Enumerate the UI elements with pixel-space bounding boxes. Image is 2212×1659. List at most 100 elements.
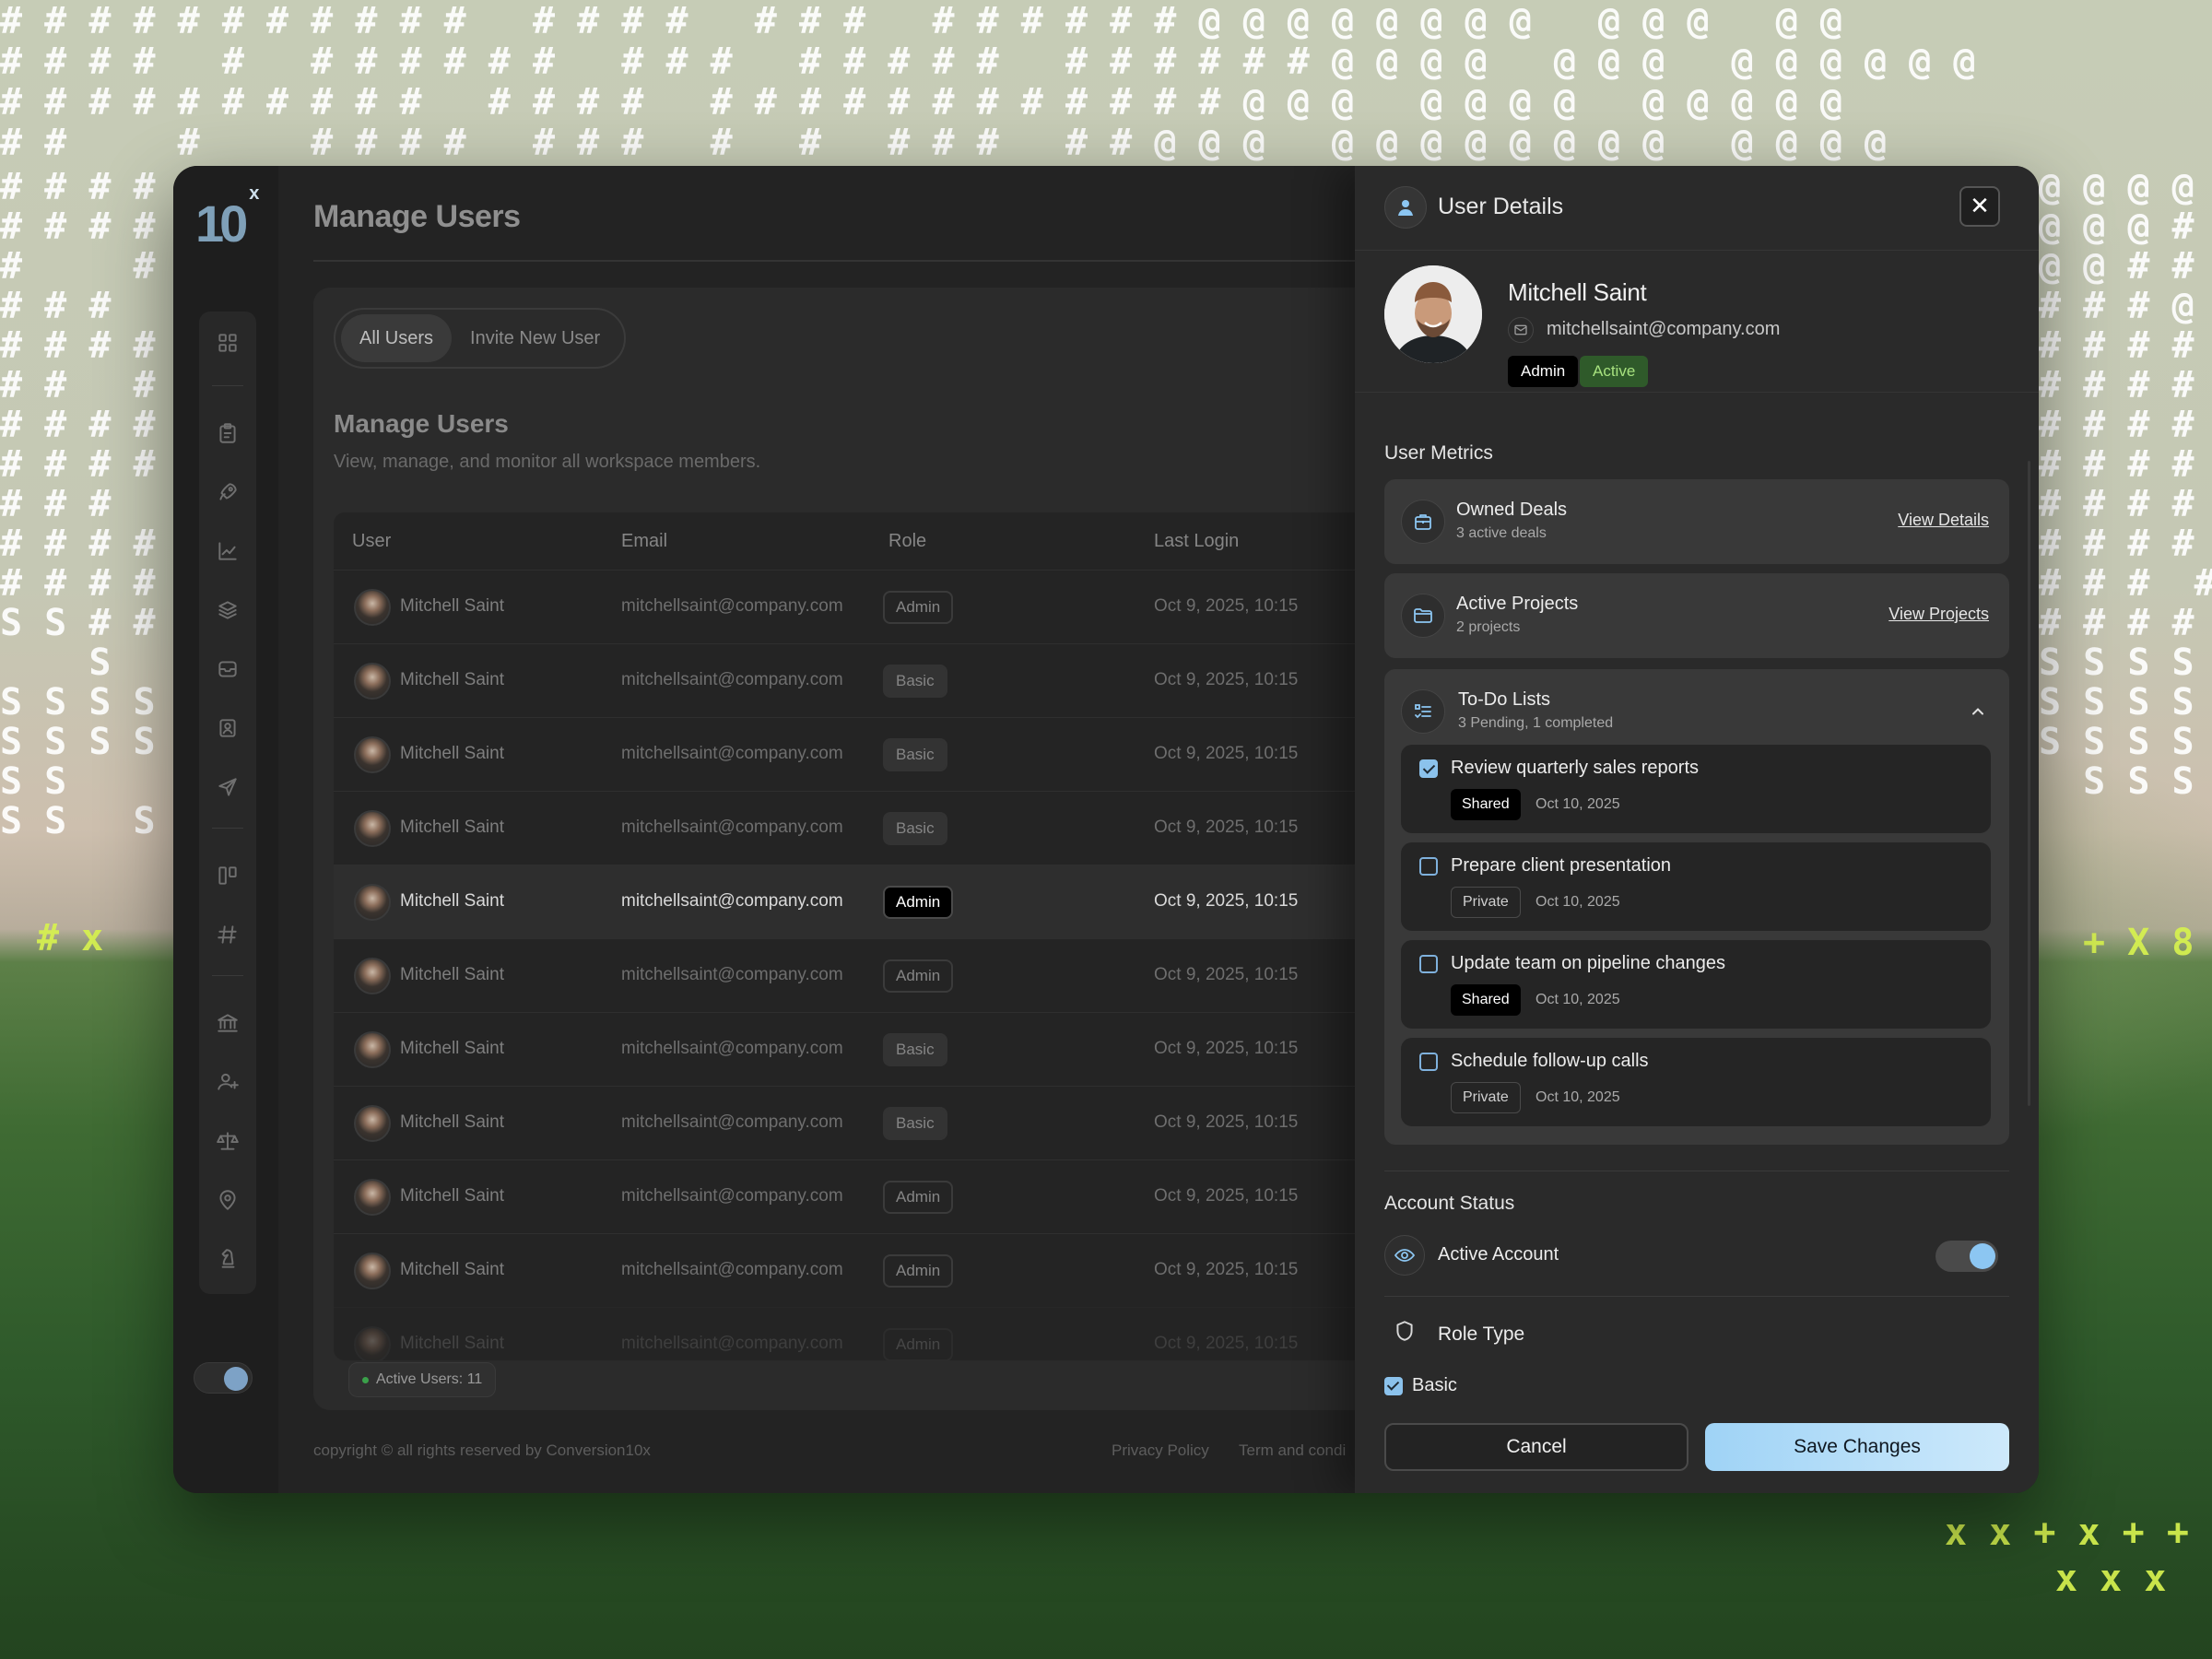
tab-invite-new-user[interactable]: Invite New User	[452, 314, 618, 362]
table-row[interactable]: Mitchell Saint mitchellsaint@company.com B…	[334, 1012, 1530, 1086]
todo-tag: Shared	[1451, 984, 1521, 1016]
table-row[interactable]: Mitchell Saint mitchellsaint@company.com A…	[334, 865, 1530, 938]
background-glyphs: @ @ @ #	[2039, 206, 2194, 248]
brand-logo[interactable]: 10x	[195, 183, 259, 253]
table-row[interactable]: Mitchell Saint mitchellsaint@company.com B…	[334, 1086, 1530, 1159]
close-icon: ✕	[1970, 193, 1990, 220]
last-login-cell: Oct 9, 2025, 10:15	[1154, 1186, 1299, 1206]
chess-knight-icon[interactable]	[199, 1241, 256, 1277]
background-glyphs: S S S	[0, 800, 156, 842]
add-user-icon[interactable]	[199, 1064, 256, 1100]
users-panel: All Users Invite New User Manage Users V…	[313, 288, 1530, 1410]
account-status-title: Account Status	[1384, 1193, 1515, 1214]
layers-icon[interactable]	[199, 592, 256, 629]
todo-lists-card: To-Do Lists 3 Pending, 1 completed Revie…	[1384, 669, 2009, 1145]
active-account-toggle[interactable]	[1936, 1241, 1998, 1272]
view-details-link[interactable]: View Details	[1898, 511, 1989, 530]
column-header-email[interactable]: Email	[621, 512, 667, 570]
email-cell: mitchellsaint@company.com	[621, 965, 843, 984]
background-glyphs: S S S	[2039, 760, 2194, 803]
background-glyphs: S S # # #	[0, 602, 200, 644]
view-projects-link[interactable]: View Projects	[1888, 605, 1989, 624]
table-row[interactable]: Mitchell Saint mitchellsaint@company.com A…	[334, 570, 1530, 643]
background-glyphs: # # # #	[2039, 562, 2212, 605]
user-name-cell: Mitchell Saint	[400, 818, 504, 837]
inbox-icon[interactable]	[199, 651, 256, 688]
kanban-icon[interactable]	[199, 857, 256, 894]
email-cell: mitchellsaint@company.com	[621, 818, 843, 837]
table-row[interactable]: Mitchell Saint mitchellsaint@company.com B…	[334, 791, 1530, 865]
location-pin-icon[interactable]	[199, 1182, 256, 1218]
table-row[interactable]: Mitchell Saint mitchellsaint@company.com A…	[334, 938, 1530, 1012]
last-login-cell: Oct 9, 2025, 10:15	[1154, 818, 1299, 837]
close-button[interactable]: ✕	[1959, 186, 2000, 227]
todo-date: Oct 10, 2025	[1535, 992, 1620, 1007]
background-glyphs: x x x	[2055, 1558, 2167, 1600]
rocket-icon[interactable]	[199, 474, 256, 511]
save-changes-button[interactable]: Save Changes	[1705, 1423, 2009, 1471]
background-glyphs: # # # #	[0, 285, 200, 327]
table-row[interactable]: Mitchell Saint mitchellsaint@company.com B…	[334, 717, 1530, 791]
dashboard-icon[interactable]	[199, 324, 256, 361]
page-title: Manage Users	[313, 199, 521, 234]
section-title: Manage Users	[334, 409, 509, 438]
user-name-cell: Mitchell Saint	[400, 596, 504, 616]
avatar	[1384, 265, 1482, 363]
role-badge: Admin	[883, 591, 954, 624]
table-row[interactable]: Mitchell Saint mitchellsaint@company.com B…	[334, 643, 1530, 717]
todo-item[interactable]: Update team on pipeline changes Shared Oct…	[1401, 940, 1991, 1029]
user-name-cell: Mitchell Saint	[400, 965, 504, 984]
background-glyphs: S S S S	[2039, 721, 2194, 763]
chart-icon[interactable]	[199, 533, 256, 570]
table-row[interactable]: Mitchell Saint mitchellsaint@company.com A…	[334, 1233, 1530, 1307]
column-header-last-login[interactable]: Last Login	[1154, 512, 1239, 570]
todo-checkbox[interactable]	[1419, 759, 1438, 778]
header-divider	[313, 260, 1512, 262]
background-glyphs: # # # #	[0, 483, 200, 525]
metric-title: Owned Deals	[1456, 500, 1568, 520]
todo-item[interactable]: Prepare client presentation Private Oct 10…	[1401, 842, 1991, 931]
todo-item[interactable]: Review quarterly sales reports Shared Oct …	[1401, 745, 1991, 833]
cancel-button[interactable]: Cancel	[1384, 1423, 1688, 1471]
theme-toggle[interactable]	[194, 1362, 253, 1394]
email-cell: mitchellsaint@company.com	[621, 596, 843, 616]
chevron-up-icon[interactable]	[1969, 702, 1987, 721]
bank-icon[interactable]	[199, 1005, 256, 1041]
send-icon[interactable]	[199, 769, 256, 806]
todo-title: To-Do Lists	[1458, 689, 1551, 710]
avatar	[354, 1179, 391, 1216]
terms-link[interactable]: Term and condi	[1239, 1441, 1346, 1460]
role-basic-checkbox[interactable]	[1384, 1377, 1403, 1395]
todo-checkbox[interactable]	[1419, 1053, 1438, 1071]
todo-checkbox[interactable]	[1419, 857, 1438, 876]
scale-icon[interactable]	[199, 1123, 256, 1159]
tab-all-users[interactable]: All Users	[341, 314, 453, 362]
user-icon	[1384, 186, 1427, 229]
hashtag-icon[interactable]	[199, 916, 256, 953]
clipboard-icon[interactable]	[199, 415, 256, 452]
section-divider	[1384, 1296, 2009, 1297]
privacy-policy-link[interactable]: Privacy Policy	[1112, 1441, 1209, 1460]
table-row[interactable]: Mitchell Saint mitchellsaint@company.com A…	[334, 1307, 1530, 1360]
active-users-label: Active Users: 11	[376, 1371, 483, 1387]
background-glyphs: # # # #	[2039, 404, 2194, 446]
user-name-cell: Mitchell Saint	[400, 1112, 504, 1132]
role-basic-label: Basic	[1412, 1375, 1457, 1395]
background-glyphs: # # # #	[2039, 483, 2194, 525]
background-glyphs: # # # @	[2039, 285, 2194, 327]
checklist-icon	[1401, 689, 1445, 734]
user-details-drawer: User Details ✕ Mitchell Saint mitchellsa…	[1355, 166, 2039, 1493]
todo-item[interactable]: Schedule follow-up calls Private Oct 10, 2…	[1401, 1038, 1991, 1126]
last-login-cell: Oct 9, 2025, 10:15	[1154, 1112, 1299, 1132]
column-header-role[interactable]: Role	[888, 512, 926, 570]
table-row[interactable]: Mitchell Saint mitchellsaint@company.com A…	[334, 1159, 1530, 1233]
last-login-cell: Oct 9, 2025, 10:15	[1154, 891, 1299, 911]
todo-item-text: Schedule follow-up calls	[1451, 1051, 1649, 1071]
theme-toggle-knob	[224, 1367, 248, 1391]
column-header-user[interactable]: User	[352, 512, 391, 570]
contact-card-icon[interactable]	[199, 710, 256, 747]
drawer-scrollbar[interactable]	[2028, 461, 2030, 1106]
role-badge: Basic	[883, 812, 947, 845]
sidebar: 10x	[173, 166, 278, 1493]
todo-checkbox[interactable]	[1419, 955, 1438, 973]
